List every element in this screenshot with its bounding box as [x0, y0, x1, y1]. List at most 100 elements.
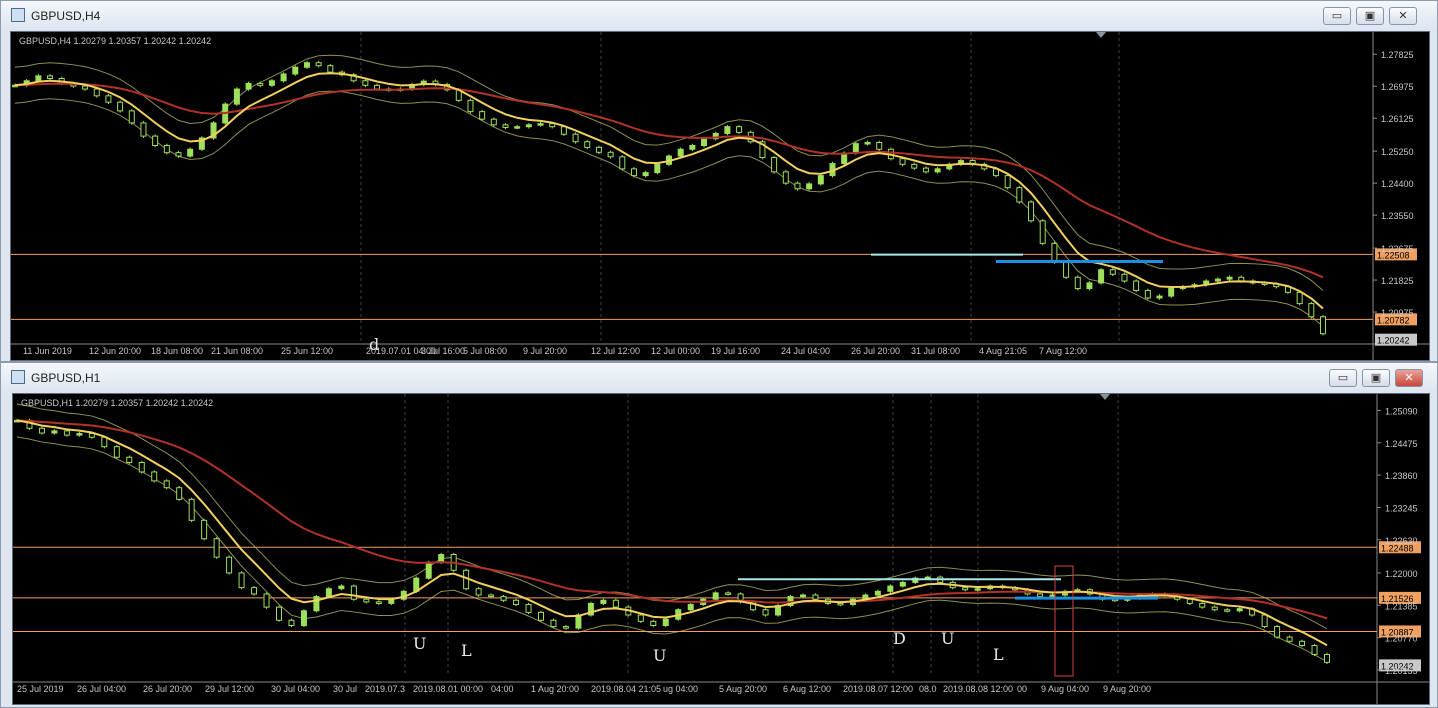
candle — [163, 145, 170, 154]
h1-chart-area[interactable]: 1.22488 1.21526 1.20887 1.20242 1.25090 1.244… — [12, 393, 1430, 705]
y-tick-label: 1.23550 — [1381, 211, 1414, 221]
x-tick-label: 08.0 — [919, 684, 937, 694]
candle — [600, 599, 607, 604]
h4-window-title: GBPUSD,H4 — [31, 9, 101, 23]
candle — [1016, 187, 1023, 203]
candle — [175, 152, 182, 157]
candle — [1214, 278, 1221, 282]
candle — [201, 519, 208, 540]
x-tick-label: 2019.08.01 00:00 — [413, 684, 483, 694]
x-tick-label: 31 Jul 08:00 — [911, 346, 960, 356]
candle — [1320, 316, 1326, 335]
chart-info-header: GBPUSD,H4 1.20279 1.20357 1.20242 1.2024… — [19, 36, 211, 46]
candle — [837, 602, 844, 606]
ema-slow-line — [16, 419, 1328, 620]
annotation-label: D — [893, 629, 906, 648]
x-tick-label: 12 Jun 20:00 — [89, 346, 141, 356]
candle — [238, 572, 245, 589]
candle — [817, 175, 824, 185]
candle — [812, 594, 819, 600]
candle — [113, 446, 120, 458]
candle — [689, 145, 696, 150]
candle — [1211, 606, 1218, 611]
x-tick-label: 9 Aug 20:00 — [1103, 684, 1151, 694]
candle — [1074, 276, 1081, 290]
close-button[interactable]: ✕ — [1395, 369, 1423, 387]
candle — [151, 471, 158, 482]
close-button[interactable]: ✕ — [1389, 7, 1417, 25]
h4-titlebar[interactable]: GBPUSD,H4 ▭ ▣ ✕ — [1, 1, 1437, 31]
candle — [538, 611, 544, 621]
x-tick-label: 30 Jul — [333, 684, 357, 694]
maximize-button[interactable]: ▣ — [1362, 369, 1390, 387]
x-tick-label: 25 Jun 12:00 — [281, 346, 333, 356]
candle — [1274, 626, 1281, 638]
candle — [257, 82, 264, 86]
candle — [35, 75, 42, 82]
highlight-box — [1054, 565, 1074, 677]
annotation-label: L — [461, 641, 472, 660]
y-tick-label: 1.26125 — [1381, 114, 1414, 124]
candle — [637, 614, 644, 622]
candle — [152, 135, 159, 147]
x-tick-label: 00 — [1017, 684, 1027, 694]
y-tick-label: 1.22630 — [1385, 536, 1418, 546]
annotation-label: U — [941, 629, 954, 648]
maximize-button[interactable]: ▣ — [1356, 7, 1384, 25]
candle — [1039, 220, 1046, 244]
candle — [1109, 269, 1116, 275]
annotation-label: d — [369, 335, 379, 354]
x-tick-label: 2019.08.07 12:00 — [843, 684, 913, 694]
candle — [101, 436, 108, 448]
candle — [126, 456, 133, 463]
candle — [76, 433, 83, 436]
candle — [1224, 609, 1231, 612]
x-tick-label: 19 Jul 16:00 — [711, 346, 760, 356]
h1-chart-svg[interactable]: 1.224881.215261.208871.202421.250901.244… — [13, 394, 1429, 704]
candle — [922, 167, 929, 173]
candle — [701, 138, 708, 147]
candle — [549, 123, 556, 128]
x-tick-label: 21 Jun 08:00 — [211, 346, 263, 356]
candle — [525, 124, 532, 128]
x-tick-label: 11 Jun 2019 — [23, 346, 72, 356]
h4-chart-svg[interactable]: 1.225081.207821.202421.278251.269751.261… — [11, 32, 1429, 360]
chart-shift-marker — [1096, 32, 1106, 38]
x-tick-label: 4 Aug 21:05 — [979, 346, 1027, 356]
candle — [1324, 653, 1330, 663]
annotation-label: U — [413, 634, 426, 653]
candle — [163, 480, 170, 489]
candle — [1004, 175, 1011, 189]
x-tick-label: 29 Jul 12:00 — [205, 684, 254, 694]
candle — [513, 599, 520, 605]
candle — [677, 148, 684, 157]
h4-chart-area[interactable]: 1.22508 1.20782 1.20242 1.27825 1.26975 1.261… — [10, 31, 1430, 361]
candle — [1311, 644, 1318, 655]
candle — [1186, 598, 1193, 604]
candle — [363, 598, 370, 603]
candle — [662, 618, 669, 627]
x-tick-label: 3 Jul 16:00 — [421, 346, 465, 356]
minimize-button[interactable]: ▭ — [1329, 369, 1357, 387]
candle — [654, 163, 661, 174]
minimize-button[interactable]: ▭ — [1323, 7, 1351, 25]
candle — [1098, 269, 1105, 284]
candle — [874, 590, 881, 596]
candle — [974, 588, 981, 591]
ema-fast-line — [14, 72, 1324, 310]
candle — [736, 126, 743, 133]
x-tick-label: 9 Aug 04:00 — [1041, 684, 1089, 694]
candle — [467, 99, 474, 113]
candle — [899, 158, 906, 165]
candle — [350, 585, 357, 600]
candle — [500, 596, 507, 601]
bollinger-upper-band — [14, 54, 1324, 291]
candle — [562, 626, 569, 629]
h1-titlebar[interactable]: GBPUSD,H1 ▭ ▣ ✕ — [1, 363, 1437, 393]
ema-slow-line — [14, 82, 1324, 279]
x-tick-label: 26 Jul 20:00 — [143, 684, 192, 694]
candle — [502, 124, 509, 128]
candle — [630, 168, 637, 177]
x-tick-label: 5 Jul 08:00 — [463, 346, 507, 356]
candle — [1121, 273, 1128, 282]
